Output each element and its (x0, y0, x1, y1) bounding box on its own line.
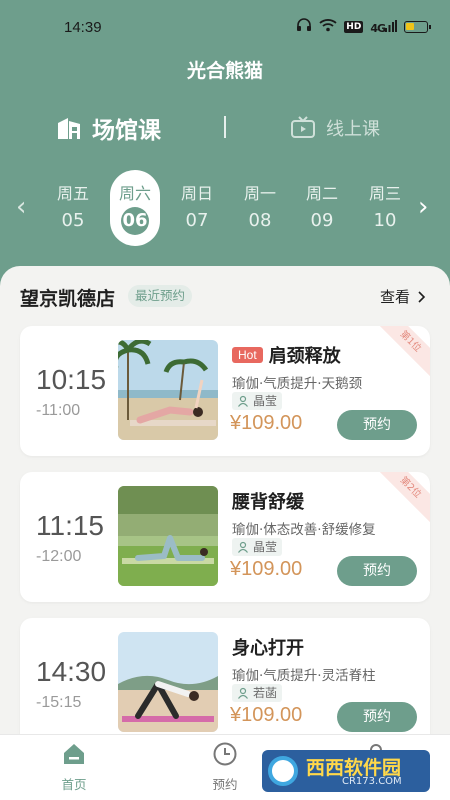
date-day: 07 (185, 210, 209, 231)
date-weekday: 周三 (368, 184, 401, 203)
person-icon (238, 395, 248, 407)
tab-label: 线上课 (326, 119, 380, 140)
class-title-line: 腰背舒缓 (232, 488, 304, 514)
class-tags: 瑜伽·体态改善·舒缓修复 (232, 522, 376, 538)
coach-name: 若菡 (253, 686, 278, 700)
class-thumbnail (118, 340, 218, 440)
class-thumbnail (118, 486, 218, 586)
coach-name: 晶莹 (253, 394, 278, 408)
date-item-selected[interactable]: 周六 06 (110, 170, 160, 246)
book-button[interactable]: 预约 (337, 556, 417, 586)
date-weekday: 周一 (243, 184, 276, 203)
battery-icon (404, 21, 431, 33)
date-weekday: 周二 (305, 184, 338, 203)
class-title-line: 身心打开 (232, 634, 304, 660)
class-title: 身心打开 (232, 638, 304, 659)
tab-online-class[interactable]: 线上课 (290, 108, 380, 148)
class-card[interactable]: 第1位 10:15 -11:00 Hot 肩颈释放 瑜伽·气质提升·天鹅颈 晶莹… (20, 326, 430, 456)
status-time: 14:39 (64, 19, 102, 36)
person-icon (238, 687, 248, 699)
mode-tabs: 场馆课 线上课 (0, 108, 450, 148)
nav-label: 首页 (61, 777, 87, 792)
building-icon (58, 118, 80, 139)
coach-tag: 晶莹 (232, 392, 283, 410)
date-day: 05 (61, 210, 85, 231)
wifi-icon (319, 18, 337, 36)
view-label: 查看 (379, 288, 410, 306)
nav-home[interactable]: 首页 (44, 741, 104, 793)
date-selector: ‹ 周五 05 周六 06 周日 07 周一 08 周二 09 周三 10 › (0, 170, 450, 248)
chevron-left-icon[interactable]: ‹ (16, 192, 26, 222)
chevron-right-icon (418, 290, 426, 303)
book-button[interactable]: 预约 (337, 702, 417, 732)
class-start-time: 10:15 (36, 364, 107, 395)
header-area: 14:39 HD 4G 光合熊猫 场馆课 线上课 ‹ 周五 05 周六 06 周… (0, 0, 450, 300)
date-item[interactable]: 周二 09 (297, 170, 347, 246)
view-store-link[interactable]: 查看 (380, 286, 426, 307)
date-day: 08 (248, 210, 272, 231)
book-button[interactable]: 预约 (337, 410, 417, 440)
app-title: 光合熊猫 (186, 60, 263, 82)
date-day: 09 (310, 210, 334, 231)
class-end-time: -11:00 (36, 402, 81, 419)
recent-booking-badge: 最近预约 (128, 285, 193, 307)
date-item[interactable]: 周五 05 (48, 170, 98, 246)
tab-divider (224, 116, 226, 138)
rank-ribbon: 第2位 (374, 472, 430, 524)
class-card[interactable]: 14:30 -15:15 身心打开 瑜伽·气质提升·灵活脊柱 若菡 ¥109.0… (20, 618, 430, 748)
chevron-right-icon[interactable]: › (418, 192, 428, 222)
date-item[interactable]: 周一 08 (235, 170, 285, 246)
signal-icon: 4G (370, 19, 397, 35)
class-tags: 瑜伽·气质提升·天鹅颈 (232, 376, 363, 392)
class-end-time: -15:15 (36, 694, 82, 711)
hot-badge: Hot (232, 347, 263, 363)
nav-booking[interactable]: 预约 (195, 741, 255, 793)
tv-icon (291, 116, 315, 138)
class-price: ¥109.00 (230, 412, 303, 434)
date-weekday: 周六 (118, 184, 151, 203)
class-title: 腰背舒缓 (232, 492, 304, 513)
date-weekday: 周日 (180, 184, 213, 203)
status-icons: HD 4G (296, 18, 431, 36)
rank-ribbon: 第1位 (374, 326, 430, 378)
class-end-time: -12:00 (36, 548, 82, 565)
coach-tag: 晶莹 (232, 538, 283, 556)
class-start-time: 11:15 (36, 510, 104, 541)
tab-label: 场馆课 (92, 118, 161, 144)
class-price: ¥109.00 (230, 558, 303, 580)
coach-tag: 若菡 (232, 684, 283, 702)
date-day: 06 (121, 207, 149, 235)
class-title-line: Hot 肩颈释放 (232, 342, 341, 368)
clock-icon (213, 742, 237, 766)
headphones-icon (296, 18, 312, 36)
date-weekday: 周五 (56, 184, 89, 203)
home-icon (64, 744, 84, 764)
nav-label: 预约 (212, 777, 238, 792)
class-start-time: 14:30 (36, 656, 107, 687)
content-sheet: 望京凯德店 最近预约 查看 第1位 10:15 -11:00 Hot 肩颈释放 … (0, 266, 450, 800)
store-name: 望京凯德店 (20, 288, 116, 310)
date-item[interactable]: 周三 10 (360, 170, 410, 246)
coach-name: 晶莹 (253, 540, 278, 554)
status-bar: 14:39 HD 4G (0, 0, 450, 56)
class-title: 肩颈释放 (268, 346, 341, 367)
signal-label: 4G (370, 21, 386, 35)
class-tags: 瑜伽·气质提升·灵活脊柱 (232, 668, 376, 684)
date-item[interactable]: 周日 07 (172, 170, 222, 246)
watermark-subtext: CR173.COM (342, 776, 402, 787)
watermark-icon (268, 756, 298, 786)
class-thumbnail (118, 632, 218, 732)
tab-venue-class[interactable]: 场馆课 (56, 108, 161, 148)
store-header: 望京凯德店 最近预约 查看 (20, 282, 430, 312)
hd-icon: HD (344, 21, 364, 33)
class-price: ¥109.00 (230, 704, 303, 726)
watermark-logo: 西西软件园 CR173.COM (262, 750, 430, 792)
class-card[interactable]: 第2位 11:15 -12:00 腰背舒缓 瑜伽·体态改善·舒缓修复 晶莹 ¥1… (20, 472, 430, 602)
date-day: 10 (373, 210, 397, 231)
person-icon (238, 541, 248, 553)
